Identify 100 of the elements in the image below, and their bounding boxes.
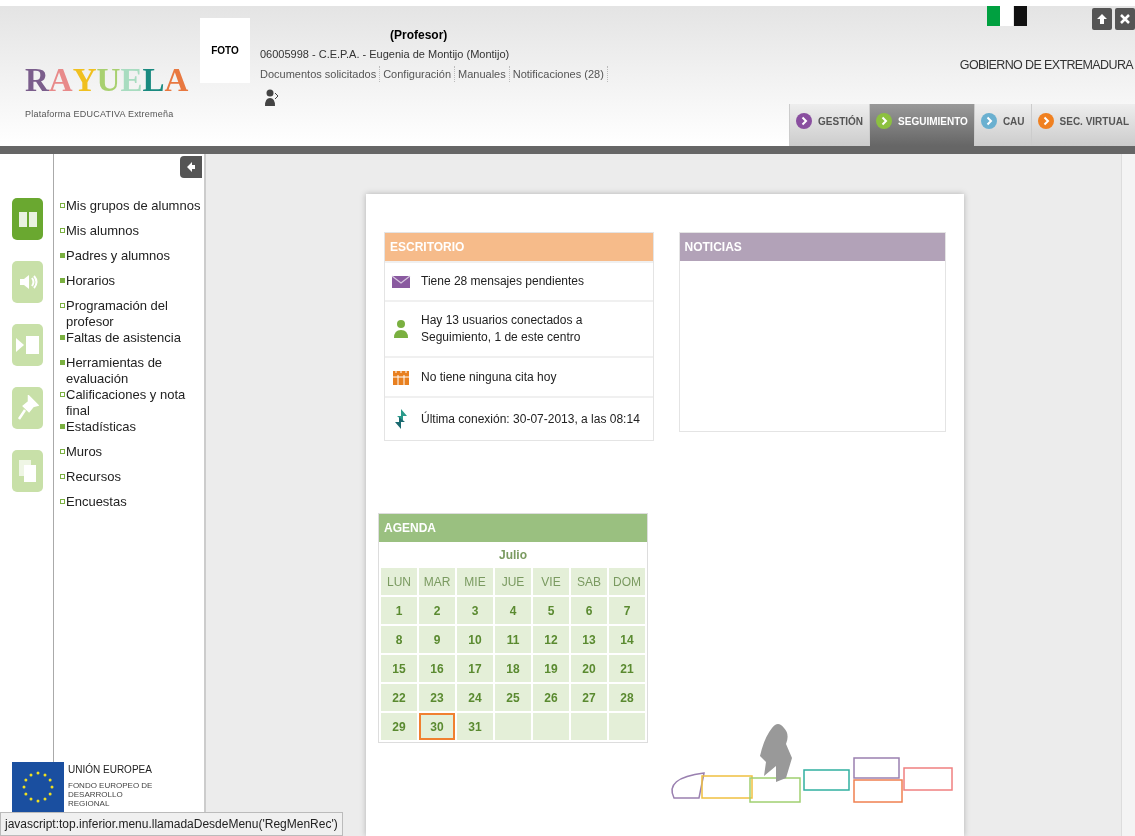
close-button[interactable] (1115, 8, 1135, 30)
calendar-day[interactable]: 13 (571, 626, 607, 653)
calendar-day[interactable]: 19 (533, 655, 569, 682)
bullet-icon (60, 253, 65, 258)
menu-item[interactable]: Mis alumnos (60, 223, 202, 248)
desk-message: Hay 13 usuarios conectados a Seguimiento, 1 de este centro (421, 312, 584, 346)
calendar-day[interactable]: 2 (419, 597, 455, 624)
calendar-day[interactable]: 25 (495, 684, 531, 711)
menu-item[interactable]: Encuestas (60, 494, 202, 519)
photo-label: FOTO (211, 44, 239, 58)
calendar-day[interactable]: 28 (609, 684, 645, 711)
calendar-day[interactable]: 27 (571, 684, 607, 711)
weekday-header: MAR (419, 568, 455, 595)
menu-label: Mis alumnos (66, 223, 139, 239)
eu-flag-icon (12, 762, 64, 812)
weekday-header: SAB (571, 568, 607, 595)
section-button[interactable] (12, 450, 43, 492)
empty-day-cell (571, 713, 607, 740)
calendar-day[interactable]: 9 (419, 626, 455, 653)
calendar-day[interactable]: 18 (495, 655, 531, 682)
menu-label: Encuestas (66, 494, 127, 510)
bullet-icon (60, 392, 65, 397)
government-name: GOBIERNO DE EXTREMADURA (959, 57, 1135, 74)
menu-item[interactable]: Estadísticas (60, 419, 202, 444)
bullet-icon (60, 449, 65, 454)
calendar-day[interactable]: 7 (609, 597, 645, 624)
empty-day-cell (533, 713, 569, 740)
calendar-day[interactable]: 24 (457, 684, 493, 711)
up-arrow-icon (1096, 13, 1108, 25)
calendar-day[interactable]: 12 (533, 626, 569, 653)
nav-tab[interactable]: SEGUIMIENTO (869, 104, 974, 146)
panel-header: AGENDA (379, 514, 647, 542)
calendar-day[interactable]: 22 (381, 684, 417, 711)
section-button[interactable] (12, 387, 43, 429)
desk-message: No tiene ninguna cita hoy (421, 368, 557, 386)
header-link[interactable]: Documentos solicitados (260, 65, 381, 82)
collapse-button[interactable] (180, 156, 202, 178)
bullet-icon (60, 499, 65, 504)
section-button[interactable] (12, 324, 43, 366)
calendar-day[interactable]: 31 (457, 713, 493, 740)
calendar-day[interactable]: 17 (457, 655, 493, 682)
close-icon (1120, 14, 1130, 24)
calendar-day[interactable]: 1 (381, 597, 417, 624)
pushpin-icon (16, 395, 39, 421)
calendar-day[interactable]: 29 (381, 713, 417, 740)
calendar-day[interactable]: 4 (495, 597, 531, 624)
menu-item[interactable]: Mis grupos de alumnos (60, 198, 202, 223)
section-button[interactable] (12, 198, 43, 240)
nav-tab[interactable]: SEC. VIRTUAL (1030, 104, 1135, 146)
eu-title: UNIÓN EUROPEA (68, 762, 153, 777)
calendar-day[interactable]: 6 (571, 597, 607, 624)
header-link[interactable]: Notificaciones (28) (512, 65, 608, 82)
scroll-top-button[interactable] (1092, 8, 1112, 30)
menu-item[interactable]: Herramientas de evaluación (60, 355, 202, 387)
section-button[interactable] (12, 261, 43, 303)
calendar-day[interactable]: 10 (457, 626, 493, 653)
user-role: (Profesor) (390, 27, 448, 44)
calendar-day[interactable]: 14 (609, 626, 645, 653)
weekday-header: VIE (533, 568, 569, 595)
menu-item[interactable]: Faltas de asistencia (60, 330, 202, 355)
menu-label: Recursos (66, 469, 121, 485)
status-text: javascript:top.inferior.menu.llamadaDesdeMenu('RegMenRec') (5, 816, 338, 833)
calendar-day[interactable]: 8 (381, 626, 417, 653)
bullet-icon (60, 474, 65, 479)
calendar-day[interactable]: 21 (609, 655, 645, 682)
calendar-day[interactable]: 16 (419, 655, 455, 682)
menu-label: Estadísticas (66, 419, 137, 435)
logo-tagline: Plataforma EDUCATIVA Extremeña (25, 108, 175, 121)
nav-tab[interactable]: CAU (973, 104, 1031, 146)
calendar-day[interactable]: 5 (533, 597, 569, 624)
weekday-header: LUN (381, 568, 417, 595)
calendar-day[interactable]: 15 (381, 655, 417, 682)
menu-item[interactable]: Programación del profesor (60, 298, 202, 330)
menu-label: Muros (66, 444, 103, 460)
calendar-day[interactable]: 3 (457, 597, 493, 624)
header-link[interactable]: Manuales (458, 65, 510, 82)
nav-tab[interactable]: GESTIÓN (789, 104, 870, 146)
panel-header: NOTICIAS (679, 233, 945, 261)
menu-item[interactable]: Recursos (60, 469, 202, 494)
flag-icon (987, 6, 1027, 26)
calendar-icon (392, 368, 410, 386)
calendar-day[interactable]: 30 (419, 713, 455, 740)
bullet-icon (60, 228, 65, 233)
menu-item[interactable]: Padres y alumnos (60, 248, 202, 273)
desk-message: Última conexión: 30-07-2013, a las 08:14 (421, 410, 640, 428)
menu-item[interactable]: Horarios (60, 273, 202, 298)
calendar-day[interactable]: 23 (419, 684, 455, 711)
calendar-day[interactable]: 11 (495, 626, 531, 653)
header-link[interactable]: Configuración (383, 65, 456, 82)
calendar-day[interactable]: 26 (533, 684, 569, 711)
calendar-day[interactable]: 20 (571, 655, 607, 682)
bullet-icon (60, 303, 65, 308)
rayuela-logo: RAYUELA (25, 61, 189, 100)
pages-icon (17, 459, 38, 483)
menu-label: Programación del profesor (66, 298, 169, 330)
menu-item[interactable]: Muros (60, 444, 202, 469)
left-arrow-icon (186, 162, 196, 172)
empty-day-cell (495, 713, 531, 740)
bullet-icon (60, 360, 65, 365)
menu-label: Mis grupos de alumnos (66, 198, 201, 214)
